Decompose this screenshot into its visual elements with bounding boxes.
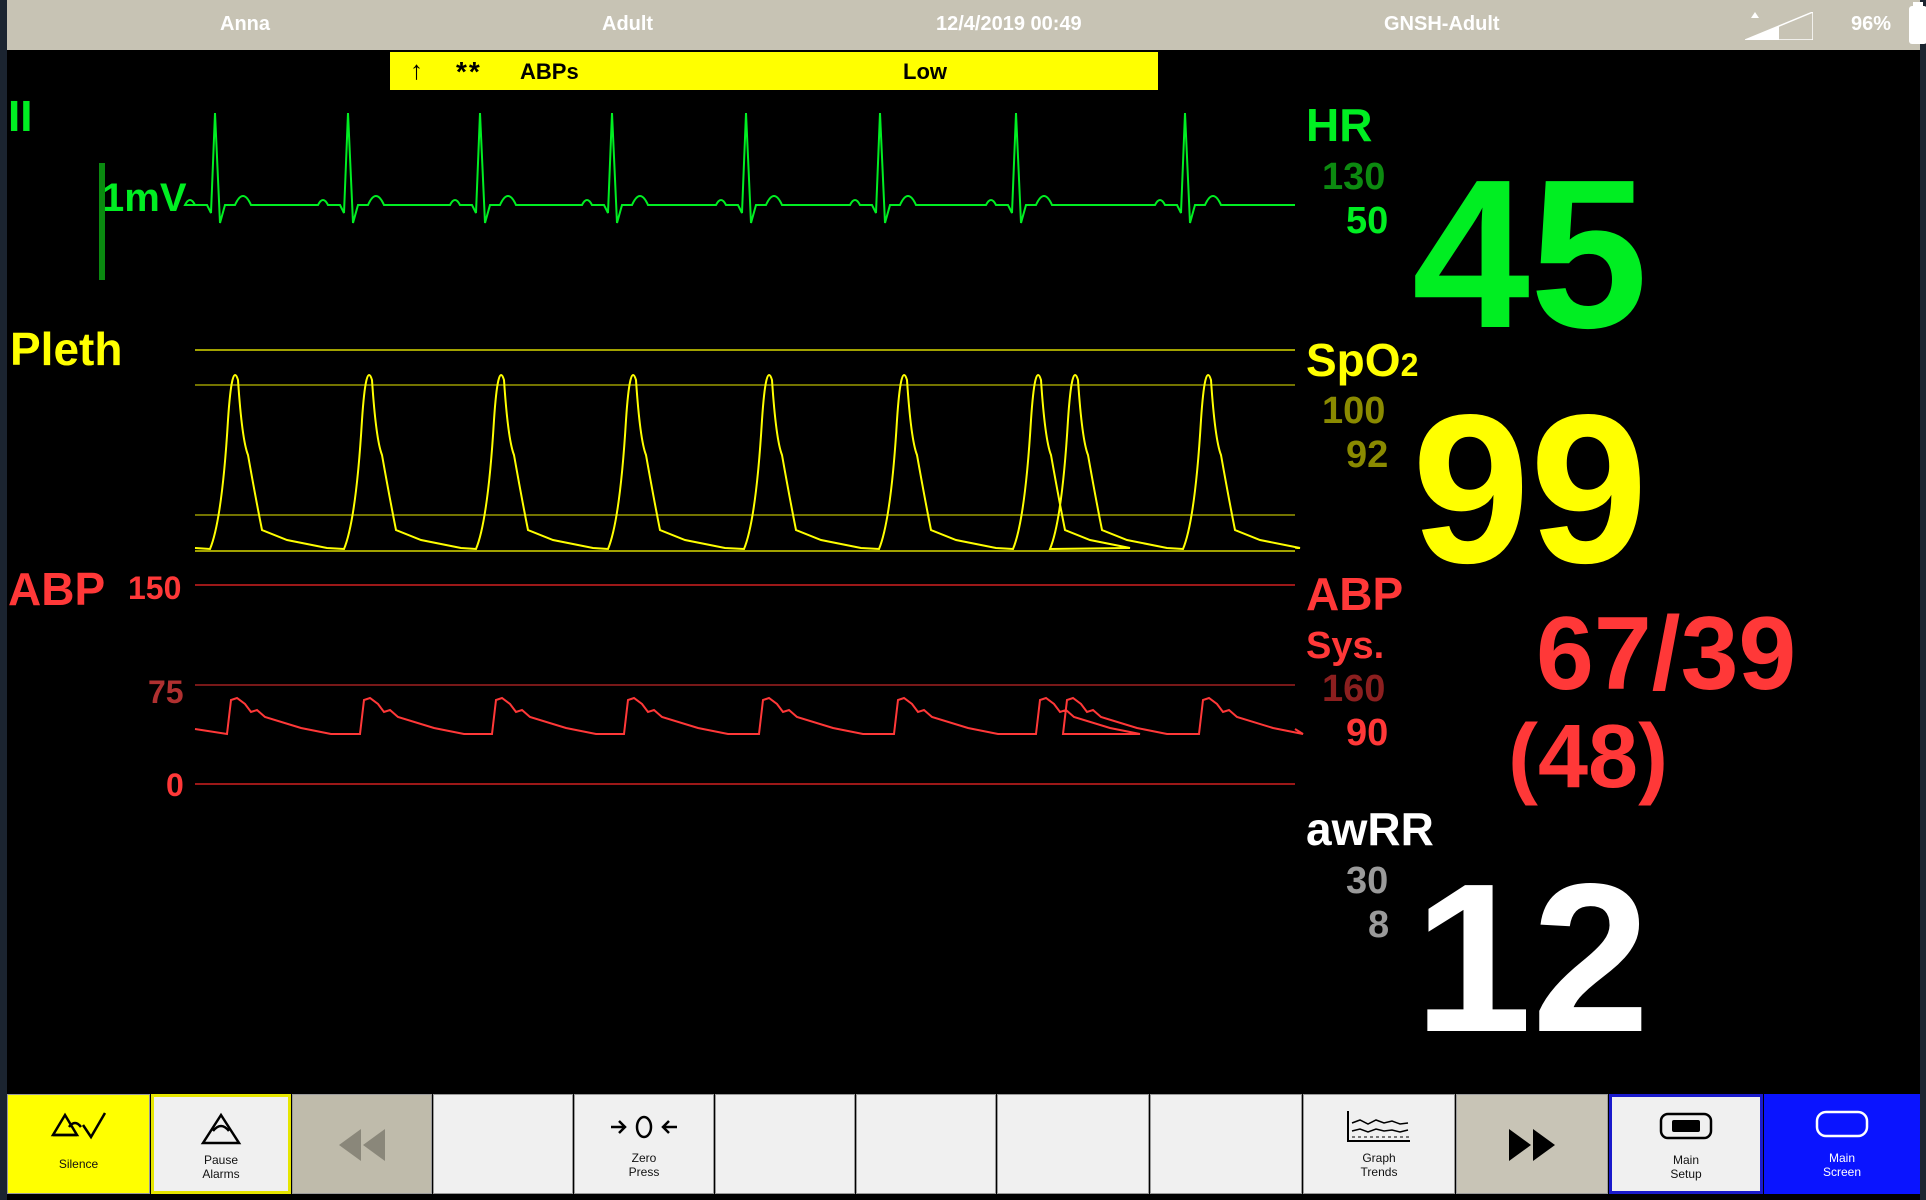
ecg-waveform [183, 112, 1295, 224]
main-screen-button[interactable]: Main Screen [1764, 1094, 1920, 1194]
abp-waveform [194, 696, 1304, 736]
fast-forward-icon [1509, 1129, 1555, 1161]
hr-high-limit: 130 [1322, 156, 1386, 198]
hr-value[interactable]: 45 [1412, 148, 1648, 360]
abp-mean-value: (48) [1508, 707, 1669, 807]
ecg-calibration-bar [99, 163, 105, 280]
pleth-waveform [194, 374, 1301, 551]
spo2-label[interactable]: SpO2 [1306, 333, 1418, 387]
softkey-blank-2[interactable] [715, 1094, 855, 1194]
hr-low-limit: 50 [1346, 200, 1389, 242]
softkey-blank-1[interactable] [433, 1094, 573, 1194]
main-screen-icon [1815, 1110, 1869, 1138]
main-setup-icon [1659, 1112, 1713, 1140]
silence-label: Silence [58, 1157, 99, 1171]
zero-press-label: Zero Press [628, 1151, 660, 1179]
main-screen-label: Main Screen [1822, 1151, 1862, 1179]
softkey-blank-4[interactable] [997, 1094, 1149, 1194]
spo2-high-limit: 100 [1322, 390, 1386, 432]
abp-sys-label: Sys. [1306, 625, 1385, 667]
main-setup-button[interactable]: Main Setup [1609, 1094, 1763, 1194]
pause-alarms-label: Pause Alarms [202, 1153, 240, 1181]
spo2-low-limit: 92 [1346, 434, 1389, 476]
rewind-button[interactable] [292, 1094, 432, 1194]
awrr-value[interactable]: 12 [1414, 852, 1650, 1064]
pause-alarms-button[interactable]: Pause Alarms [151, 1094, 291, 1194]
softkey-blank-5[interactable] [1150, 1094, 1302, 1194]
abp-label[interactable]: ABP [1306, 567, 1403, 621]
hr-label[interactable]: HR [1306, 98, 1372, 152]
spo2-value[interactable]: 99 [1412, 383, 1648, 595]
zero-press-button[interactable]: Zero Press [574, 1094, 714, 1194]
abp-low-limit: 90 [1346, 712, 1389, 754]
abp-high-limit: 160 [1322, 668, 1386, 710]
awrr-high-limit: 30 [1346, 860, 1389, 902]
alarm-bell-icon [200, 1112, 242, 1145]
zero-pressure-icon [611, 1115, 677, 1139]
graph-trends-button[interactable]: Graph Trends [1303, 1094, 1455, 1194]
abp-value[interactable]: 67/39 [1536, 602, 1796, 706]
softkey-blank-3[interactable] [856, 1094, 996, 1194]
fast-forward-button[interactable] [1456, 1094, 1608, 1194]
main-setup-label: Main Setup [1670, 1153, 1702, 1181]
silence-button[interactable]: Silence [7, 1094, 150, 1194]
awrr-low-limit: 8 [1368, 904, 1390, 946]
rewind-icon [339, 1129, 385, 1161]
graph-trends-label: Graph Trends [1360, 1151, 1398, 1179]
silence-icon [50, 1112, 106, 1140]
graph-trends-icon [1347, 1111, 1410, 1142]
